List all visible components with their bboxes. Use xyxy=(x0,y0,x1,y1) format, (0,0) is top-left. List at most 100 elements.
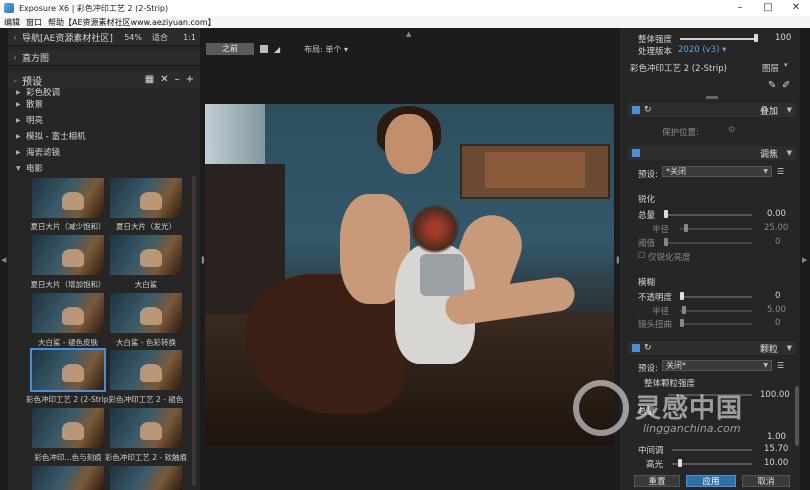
toggle-icon[interactable] xyxy=(632,149,640,157)
triangle-down-icon: ▼ xyxy=(16,164,21,172)
preset-thumbnail[interactable] xyxy=(110,235,182,275)
target-icon[interactable]: ⊙ xyxy=(728,125,735,135)
threshold-label: 阈值 xyxy=(638,239,656,249)
preset-thumbnail[interactable] xyxy=(32,235,104,275)
collapse-left-icon[interactable]: ◀ xyxy=(1,256,6,264)
threshold-value: 0 xyxy=(775,237,781,247)
refresh-icon[interactable]: ↻ xyxy=(644,343,652,353)
threshold-knob[interactable] xyxy=(664,238,668,246)
blur-radius-value: 5.00 xyxy=(767,305,786,315)
preset-menu-icon[interactable]: ☰ xyxy=(777,167,784,176)
preset-thumbnail[interactable] xyxy=(32,293,104,333)
brush-icon[interactable]: ✎ xyxy=(768,80,776,91)
histogram-header[interactable]: › 直方图 xyxy=(8,50,200,66)
category-item[interactable]: ▶ 彩色胶调 xyxy=(16,88,200,96)
preset-thumbnail[interactable] xyxy=(110,408,182,448)
remove-preset-button[interactable]: – xyxy=(175,74,180,85)
process-version-dropdown[interactable]: 2020 (v3) ▾ xyxy=(678,45,726,55)
panel-grip-icon[interactable] xyxy=(706,96,718,99)
preset-thumbnail[interactable] xyxy=(110,466,182,490)
luma-only-checkbox-icon[interactable]: ☐ xyxy=(638,251,646,261)
lens-distort-slider[interactable] xyxy=(680,323,752,325)
title-bar: Exposure X6 | 彩色冲印工艺 2 (2-Strip) – □ ✕ xyxy=(0,0,810,16)
sharpen-label: 锐化 xyxy=(638,195,656,205)
collapse-top-icon[interactable]: ▲ xyxy=(406,30,411,38)
preset-menu-icon[interactable]: ☰ xyxy=(777,361,784,370)
preset-thumbnail-selected[interactable] xyxy=(30,348,106,392)
menu-window[interactable]: 窗口 xyxy=(26,17,42,28)
category-item[interactable]: ▶ 散景 xyxy=(16,96,200,112)
grid-view-icon[interactable]: ▦ xyxy=(145,74,154,85)
apply-button[interactable]: 应用 xyxy=(686,475,736,487)
add-preset-button[interactable]: + xyxy=(186,74,194,85)
preset-thumbnail[interactable] xyxy=(110,178,182,218)
menu-edit[interactable]: 编辑 xyxy=(4,17,20,28)
preset-thumbnail[interactable] xyxy=(32,466,104,490)
category-item[interactable]: ▶ 海瓷滤镜 xyxy=(16,144,200,160)
minimize-button[interactable]: – xyxy=(726,0,754,16)
chevron-down-icon[interactable]: ▾ xyxy=(784,61,788,69)
maximize-button[interactable]: □ xyxy=(754,0,782,16)
opacity-slider[interactable] xyxy=(680,296,752,298)
collapse-right-icon[interactable]: ▶ xyxy=(802,256,807,264)
photo-cabinet-panel xyxy=(485,152,585,188)
opacity-knob[interactable] xyxy=(680,292,684,300)
triangle-right-icon: ▶ xyxy=(16,148,21,156)
highlights-slider[interactable] xyxy=(672,463,752,465)
collapse-all-icon[interactable]: ✕ xyxy=(160,74,168,85)
view-toolbar: 之前 ◢ 布局: 单个 ▾ xyxy=(206,42,348,56)
overlay-section-header[interactable]: ↻ 叠加 ▼ xyxy=(628,103,796,117)
focus-section-header[interactable]: 调焦 ▼ xyxy=(628,146,796,160)
radius-value: 25.00 xyxy=(764,223,789,233)
focus-section-title: 调焦 xyxy=(759,149,778,160)
preset-label: 夏日大片（减少饱和） xyxy=(30,222,106,231)
amount-slider[interactable] xyxy=(664,214,752,216)
grain-preset-label: 预设: xyxy=(638,364,658,374)
grain-section-header[interactable]: ↻ 颗粒 ▼ xyxy=(628,341,796,355)
close-button[interactable]: ✕ xyxy=(782,0,810,16)
preset-label: 大白鲨 - 褪色皮肤 xyxy=(38,338,98,347)
threshold-slider[interactable] xyxy=(664,242,752,244)
refresh-icon[interactable]: ↻ xyxy=(644,105,652,115)
single-view-icon[interactable] xyxy=(260,45,268,53)
presets-header[interactable]: ⌄ 预设 ▦ ✕ – + xyxy=(8,72,200,88)
chevron-right-icon: › xyxy=(13,33,17,42)
overall-strength-slider[interactable] xyxy=(680,38,756,40)
before-button[interactable]: 之前 xyxy=(206,43,254,55)
blur-label: 模糊 xyxy=(638,278,656,288)
menu-help[interactable]: 帮助【AE资源素材社区www.aeziyuan.com】 xyxy=(48,17,216,28)
overall-strength-knob[interactable] xyxy=(754,34,758,42)
presets-scrollbar[interactable] xyxy=(192,176,196,486)
lens-distort-knob[interactable] xyxy=(680,319,684,327)
nav-ratio[interactable]: 1:1 xyxy=(183,33,196,42)
chevron-right-icon: › xyxy=(13,53,17,62)
luma-only-label: 仅锐化亮度 xyxy=(648,253,691,263)
preset-thumbnail[interactable] xyxy=(110,350,182,390)
compare-icon[interactable]: ◢ xyxy=(274,45,280,54)
category-item[interactable]: ▶ 明亮 xyxy=(16,112,200,128)
reset-button[interactable]: 重置 xyxy=(634,475,680,487)
photo-canvas[interactable] xyxy=(205,104,614,446)
preset-thumbnail[interactable] xyxy=(32,178,104,218)
blur-radius-slider[interactable] xyxy=(680,310,752,312)
navigator-header[interactable]: › 导航[AE资源素材社区] 54% 适合 1:1 xyxy=(8,30,200,46)
layers-label[interactable]: 图层 xyxy=(762,62,779,74)
layout-dropdown[interactable]: 布局: 单个 ▾ xyxy=(304,44,348,55)
highlights-knob[interactable] xyxy=(678,459,682,467)
preset-label: 彩色冲印...色与刻痕 xyxy=(34,453,102,462)
blur-radius-knob[interactable] xyxy=(682,306,686,314)
pen-icon[interactable]: ✐ xyxy=(782,80,790,91)
focus-preset-select[interactable]: *关闭 ▼ xyxy=(662,166,772,177)
toggle-icon[interactable] xyxy=(632,344,640,352)
category-item[interactable]: ▶ 模拟 - 富士相机 xyxy=(16,128,200,144)
toggle-icon[interactable] xyxy=(632,106,640,114)
cancel-button[interactable]: 取消 xyxy=(742,475,790,487)
preset-thumbnail[interactable] xyxy=(110,293,182,333)
amount-knob[interactable] xyxy=(664,210,668,218)
radius-knob[interactable] xyxy=(684,224,688,232)
category-item[interactable]: ▼ 电影 xyxy=(16,160,200,176)
preset-thumbnail[interactable] xyxy=(32,408,104,448)
radius-slider[interactable] xyxy=(680,228,752,230)
grain-preset-select[interactable]: 关闭* ▼ xyxy=(662,360,772,371)
nav-fit[interactable]: 适合 xyxy=(152,32,168,43)
